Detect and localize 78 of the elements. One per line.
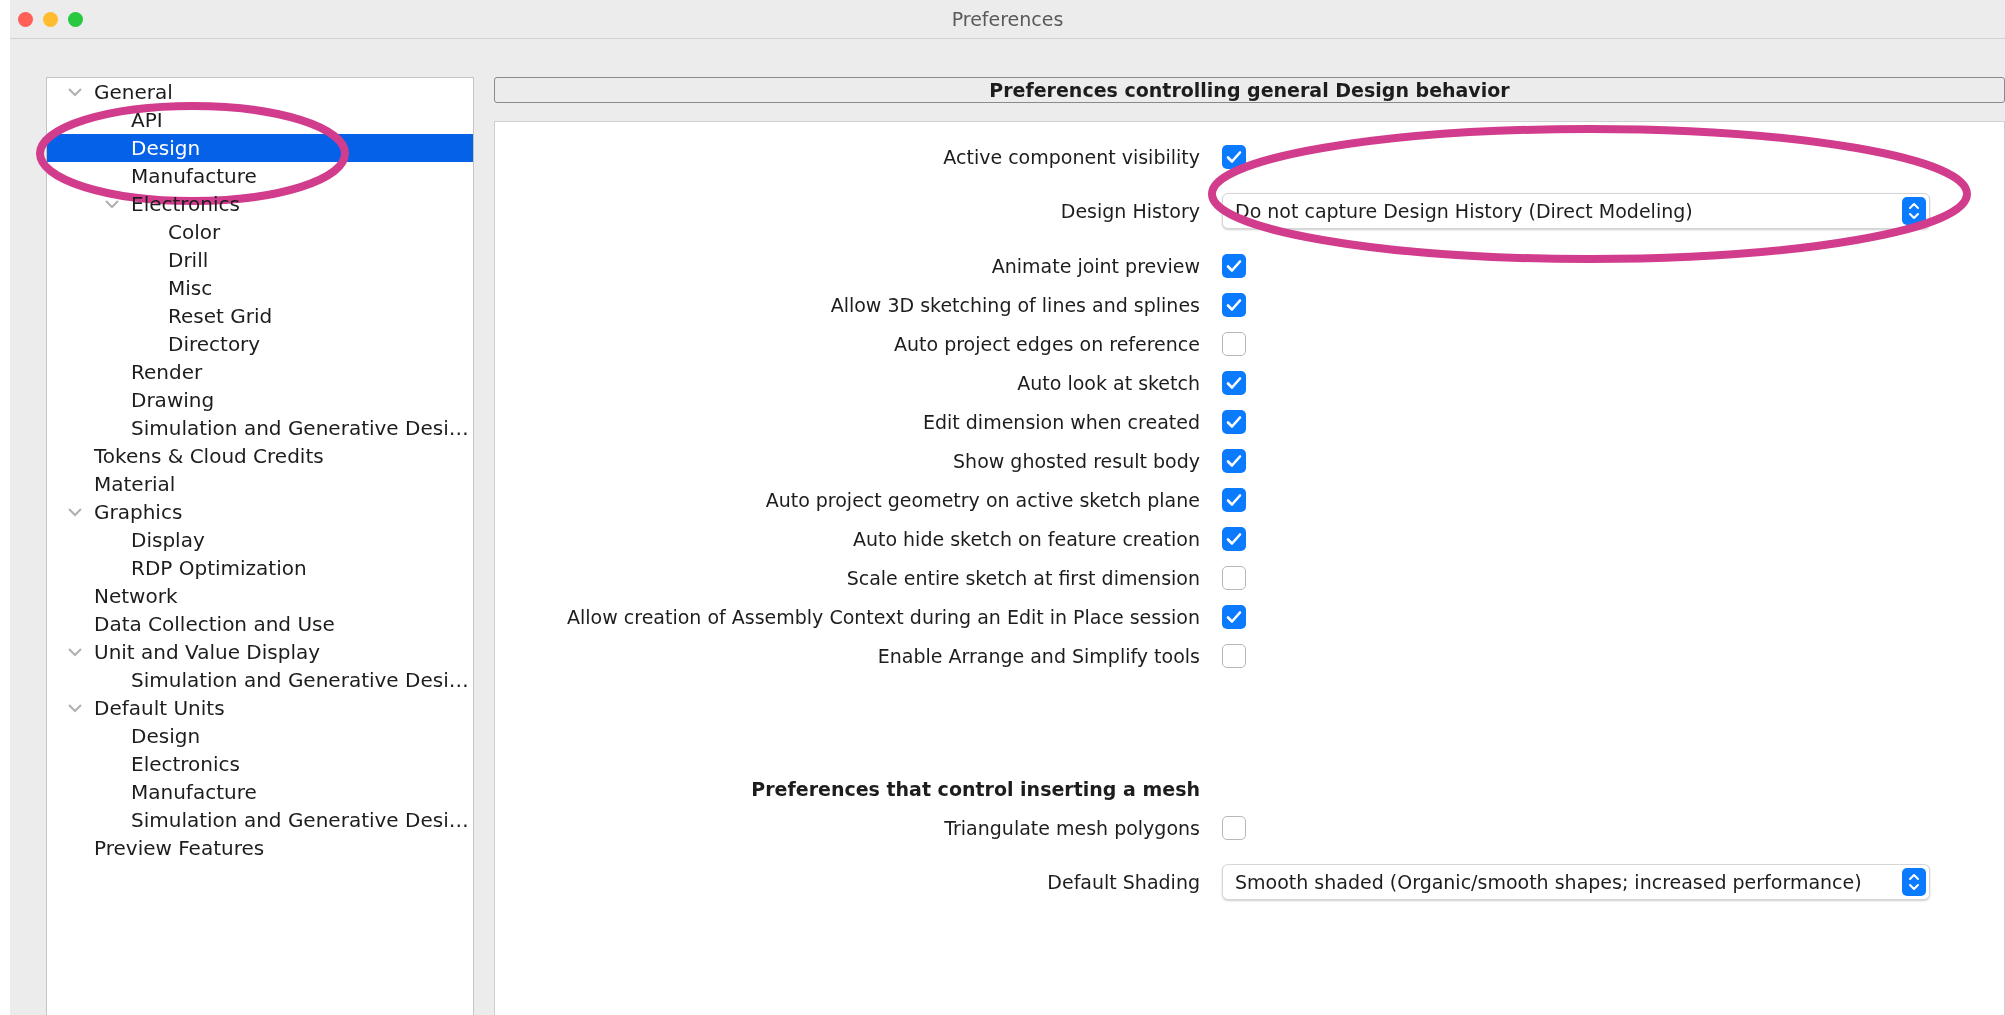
tree-item[interactable]: Unit and Value Display (47, 638, 473, 666)
tree-item[interactable]: Render (47, 358, 473, 386)
setting-label: Scale entire sketch at first dimension (846, 566, 1200, 589)
stepper-icon (1902, 868, 1926, 896)
tree-item[interactable]: Graphics (47, 498, 473, 526)
setting-label: Auto look at sketch (1017, 371, 1200, 394)
checkmark-icon (1226, 453, 1242, 468)
tree-item[interactable]: General (47, 78, 473, 106)
setting-label: Default Shading (1047, 871, 1200, 893)
checkbox[interactable] (1222, 487, 1246, 512)
checkmark-icon (1226, 149, 1242, 164)
checkmark-icon (1226, 531, 1242, 546)
setting-label: Triangulate mesh polygons (944, 816, 1200, 839)
checkbox[interactable] (1222, 331, 1246, 356)
checkbox[interactable] (1222, 409, 1246, 434)
tree-item[interactable]: Drawing (47, 386, 473, 414)
tree-item[interactable]: Default Units (47, 694, 473, 722)
checkbox[interactable] (1222, 643, 1246, 668)
checkmark-icon (1226, 492, 1242, 507)
setting-label: Edit dimension when created (922, 410, 1200, 433)
setting-label: Auto project geometry on active sketch plane (765, 488, 1200, 511)
setting-label: Animate joint preview (991, 254, 1200, 277)
close-button[interactable] (18, 11, 33, 27)
tree-item[interactable]: Simulation and Generative Desi… (47, 414, 473, 442)
chevron-icon[interactable] (67, 647, 83, 657)
tree-item[interactable]: Simulation and Generative Desi… (47, 666, 473, 694)
checkbox[interactable] (1222, 448, 1246, 473)
stepper-icon (1902, 197, 1926, 225)
setting-label: Allow creation of Assembly Context during an Edit in Place session (567, 605, 1200, 628)
tree-item[interactable]: Drill (47, 246, 473, 274)
setting-label: Enable Arrange and Simplify tools (877, 644, 1200, 667)
tree-item[interactable]: Manufacture (47, 778, 473, 806)
tree-item[interactable]: Misc (47, 274, 473, 302)
minimize-button[interactable] (43, 11, 58, 27)
checkbox[interactable] (1222, 604, 1246, 629)
setting-label: Auto hide sketch on feature creation (852, 527, 1200, 550)
tree-item[interactable]: Simulation and Generative Desi… (47, 806, 473, 834)
tree-item[interactable]: Design (47, 722, 473, 750)
checkmark-icon (1226, 375, 1242, 390)
tree-item[interactable]: Preview Features (47, 834, 473, 862)
tree-item[interactable]: Display (47, 526, 473, 554)
tree-item[interactable]: Electronics (47, 750, 473, 778)
tree-item[interactable]: Design (47, 134, 473, 162)
tree-item[interactable]: RDP Optimization (47, 554, 473, 582)
tree-item[interactable]: Directory (47, 330, 473, 358)
tree-item[interactable]: Tokens & Cloud Credits (47, 442, 473, 470)
chevron-icon[interactable] (67, 703, 83, 713)
checkmark-icon (1226, 609, 1242, 624)
checkmark-icon (1226, 297, 1242, 312)
tree-item[interactable]: Network (47, 582, 473, 610)
tree-item[interactable]: Material (47, 470, 473, 498)
checkbox[interactable] (1222, 565, 1246, 590)
checkbox[interactable] (1222, 253, 1246, 278)
tree-item[interactable]: Manufacture (47, 162, 473, 190)
checkmark-icon (1226, 258, 1242, 273)
panel-header: Preferences controlling general Design behavior (494, 77, 2005, 103)
checkbox[interactable] (1222, 815, 1246, 840)
zoom-button[interactable] (68, 11, 83, 27)
checkbox[interactable] (1222, 526, 1246, 551)
chevron-icon[interactable] (104, 199, 120, 209)
chevron-icon[interactable] (67, 87, 83, 97)
chevron-icon[interactable] (67, 507, 83, 517)
dropdown[interactable]: Smooth shaded (Organic/smooth shapes; increased performance) (1222, 864, 1930, 900)
window-title: Preferences (951, 8, 1064, 30)
tree-item[interactable]: Reset Grid (47, 302, 473, 330)
tree-item[interactable]: Data Collection and Use (47, 610, 473, 638)
setting-label: Design History (1060, 200, 1200, 222)
checkbox[interactable] (1222, 144, 1246, 169)
checkbox[interactable] (1222, 370, 1246, 395)
checkbox[interactable] (1222, 292, 1246, 317)
tree-item[interactable]: API (47, 106, 473, 134)
section-heading: Preferences that control inserting a mesh (750, 776, 1200, 802)
setting-label: Active component visibility (943, 145, 1200, 168)
tree-item[interactable]: Color (47, 218, 473, 246)
setting-label: Allow 3D sketching of lines and splines (830, 293, 1200, 316)
setting-label: Show ghosted result body (953, 449, 1200, 472)
setting-label: Auto project edges on reference (894, 332, 1200, 355)
checkmark-icon (1226, 414, 1242, 429)
